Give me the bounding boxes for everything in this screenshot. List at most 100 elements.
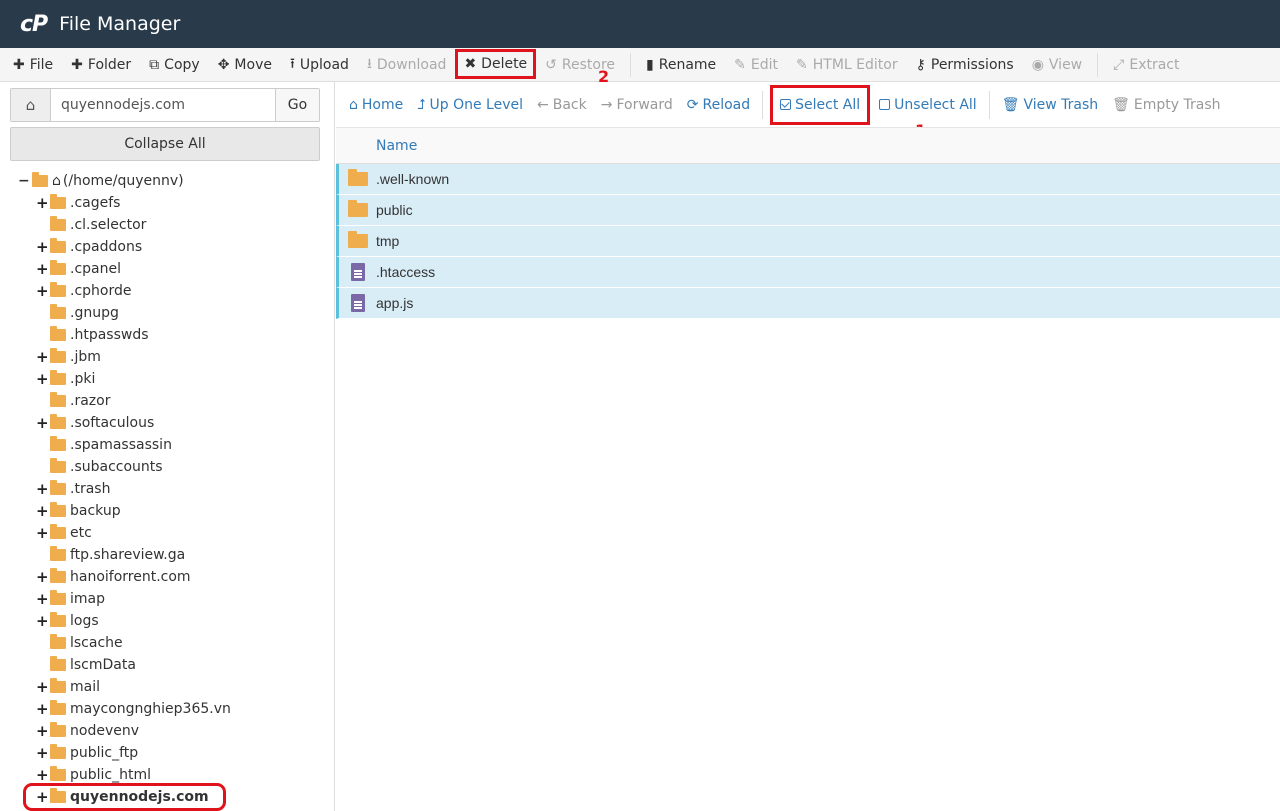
- toolbar-folder-button[interactable]: ✚ Folder: [62, 48, 140, 82]
- tree-item[interactable]: + public_html: [36, 764, 151, 786]
- table-row[interactable]: public: [336, 195, 1280, 226]
- go-button[interactable]: Go: [275, 89, 319, 121]
- tree-item[interactable]: .cl.selector: [36, 214, 146, 236]
- tree-item[interactable]: .htpasswds: [36, 324, 149, 346]
- tree-item[interactable]: .razor: [36, 390, 110, 412]
- expand-plus-icon[interactable]: +: [36, 414, 49, 432]
- toolbar-file-button[interactable]: ✚ File: [4, 48, 62, 82]
- toolbar-upload-button[interactable]: ⭱ Upload: [281, 48, 358, 82]
- table-row[interactable]: .htaccess: [336, 257, 1280, 288]
- tree-item[interactable]: + .jbm: [36, 346, 101, 368]
- tree-item[interactable]: .subaccounts: [36, 456, 163, 478]
- table-row[interactable]: app.js: [336, 288, 1280, 319]
- table-row[interactable]: .well-known: [336, 164, 1280, 195]
- row-name[interactable]: app.js: [376, 295, 413, 311]
- nav-forward-label: Forward: [616, 96, 673, 113]
- tree-item[interactable]: + mail: [36, 676, 100, 698]
- tree-item[interactable]: + .pki: [36, 368, 95, 390]
- pencil-icon: ✎: [734, 56, 746, 73]
- path-input[interactable]: [51, 89, 275, 121]
- tree-item-label: public_ftp: [70, 745, 139, 761]
- tree-item[interactable]: .gnupg: [36, 302, 119, 324]
- expand-plus-icon[interactable]: +: [36, 700, 49, 718]
- tree-item[interactable]: lscmData: [36, 654, 136, 676]
- row-name[interactable]: .well-known: [376, 171, 449, 187]
- nav-select-all-button[interactable]: Select All: [770, 84, 871, 125]
- eye-icon: ◉: [1031, 56, 1044, 73]
- expand-plus-icon[interactable]: +: [36, 282, 49, 300]
- row-name[interactable]: tmp: [376, 233, 399, 249]
- tree-item[interactable]: + logs: [36, 610, 99, 632]
- folder-shape: [347, 169, 368, 186]
- tree-item-label: hanoiforrent.com: [70, 569, 191, 585]
- tree-item[interactable]: + imap: [36, 588, 105, 610]
- column-header-name[interactable]: Name: [336, 128, 1280, 164]
- collapse-all-button[interactable]: Collapse All: [10, 127, 320, 161]
- tree-item[interactable]: lscache: [36, 632, 123, 654]
- tree-item-label: etc: [70, 525, 92, 541]
- expand-plus-icon[interactable]: +: [36, 260, 49, 278]
- folder-icon: [50, 392, 66, 407]
- tree-item[interactable]: + .trash: [36, 478, 110, 500]
- toolbar-download-button[interactable]: ⭳ Download: [358, 48, 456, 82]
- tree-item[interactable]: + quyennodejs.com: [23, 783, 226, 811]
- expand-plus-icon[interactable]: +: [36, 502, 49, 520]
- tree-item[interactable]: + .softaculous: [36, 412, 154, 434]
- expand-plus-icon[interactable]: +: [36, 744, 49, 762]
- toolbar-html-editor-button[interactable]: ✎ HTML Editor: [787, 48, 907, 82]
- tree-item[interactable]: + public_ftp: [36, 742, 138, 764]
- expand-plus-icon[interactable]: +: [36, 678, 49, 696]
- nav-back-button[interactable]: ← Back: [530, 87, 594, 123]
- expand-plus-icon[interactable]: +: [36, 524, 49, 542]
- toolbar-edit-button[interactable]: ✎ Edit: [725, 48, 787, 82]
- nav-empty-trash-button[interactable]: 🗑 Empty Trash: [1105, 87, 1227, 123]
- toolbar-view-button[interactable]: ◉ View: [1023, 48, 1091, 82]
- toolbar-copy-button[interactable]: ⧉ Copy: [140, 48, 209, 82]
- tree-item[interactable]: + hanoiforrent.com: [36, 566, 191, 588]
- row-name[interactable]: .htaccess: [376, 264, 435, 280]
- tree-item[interactable]: .spamassassin: [36, 434, 172, 456]
- table-row[interactable]: tmp: [336, 226, 1280, 257]
- collapse-minus-icon[interactable]: −: [18, 173, 30, 189]
- home-icon[interactable]: ⌂: [11, 89, 51, 121]
- cpanel-logo[interactable]: cP: [20, 12, 48, 37]
- nav-home-button[interactable]: ⌂ Home: [342, 87, 410, 123]
- expand-plus-icon[interactable]: +: [36, 722, 49, 740]
- toolbar-rename-button[interactable]: ▮ Rename: [637, 48, 725, 82]
- app-title: File Manager: [59, 13, 181, 35]
- folder-icon: [50, 194, 66, 209]
- tree-root[interactable]: − ⌂ (/home/quyennv): [18, 170, 184, 192]
- toolbar-permissions-button[interactable]: ⚷ Permissions: [907, 48, 1023, 82]
- expand-plus-icon[interactable]: +: [36, 568, 49, 586]
- tree-item[interactable]: + .cphorde: [36, 280, 131, 302]
- tree-item[interactable]: + nodevenv: [36, 720, 139, 742]
- expand-plus-icon[interactable]: +: [36, 238, 49, 256]
- tree-item[interactable]: + .cagefs: [36, 192, 120, 214]
- row-name[interactable]: public: [376, 202, 413, 218]
- nav-up-button[interactable]: ⮥ Up One Level: [410, 87, 530, 123]
- expand-plus-icon[interactable]: +: [36, 612, 49, 630]
- toolbar-restore-button[interactable]: ↺ Restore: [536, 48, 624, 82]
- tree-item-label: lscache: [70, 635, 123, 651]
- toolbar-extract-button[interactable]: ⤢ Extract: [1104, 48, 1188, 82]
- expand-plus-icon[interactable]: +: [36, 194, 49, 212]
- expand-plus-icon[interactable]: +: [36, 766, 49, 784]
- tree-item[interactable]: + maycongnghiep365.vn: [36, 698, 231, 720]
- nav-view-trash-button[interactable]: 🗑 View Trash: [995, 87, 1105, 123]
- tree-item[interactable]: + etc: [36, 522, 92, 544]
- nav-forward-button[interactable]: → Forward: [594, 87, 680, 123]
- expand-plus-icon[interactable]: +: [36, 590, 49, 608]
- expand-plus-icon[interactable]: +: [36, 370, 49, 388]
- toolbar-move-button[interactable]: ✥ Move: [209, 48, 281, 82]
- expand-plus-icon[interactable]: +: [36, 348, 49, 366]
- expand-plus-icon[interactable]: +: [36, 480, 49, 498]
- tree-item[interactable]: + .cpanel: [36, 258, 121, 280]
- undo-icon: ↺: [545, 56, 557, 73]
- expand-plus-icon[interactable]: +: [36, 788, 49, 806]
- tree-item[interactable]: + .cpaddons: [36, 236, 142, 258]
- nav-unselect-all-button[interactable]: Unselect All: [872, 87, 984, 123]
- tree-item[interactable]: + backup: [36, 500, 121, 522]
- toolbar-delete-button[interactable]: ✖ Delete: [455, 48, 537, 79]
- tree-item[interactable]: ftp.shareview.ga: [36, 544, 185, 566]
- nav-reload-button[interactable]: ⟳ Reload: [680, 87, 757, 123]
